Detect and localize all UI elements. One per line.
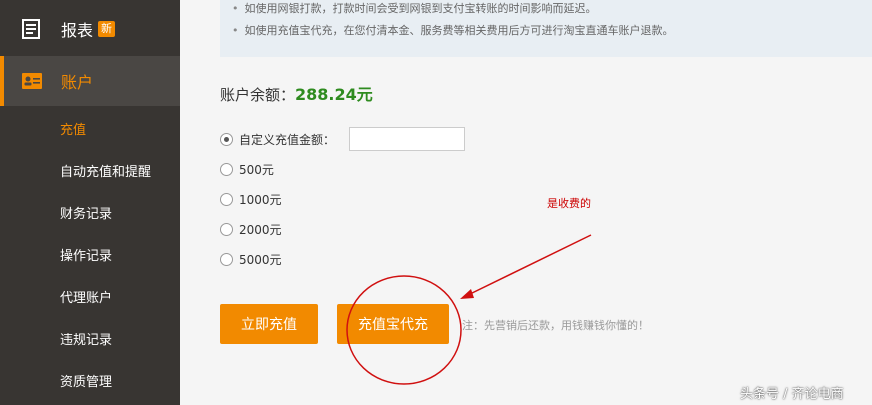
- sidebar-item-qualification[interactable]: 资质管理: [60, 371, 112, 390]
- option-500-label: 500元: [239, 163, 274, 177]
- notice-line-1: 如使用网银打款，打款时间会受到网银到支付宝转账的时间影响而延迟。: [232, 0, 597, 16]
- annotation-arrow-line: [467, 234, 592, 296]
- custom-amount-input[interactable]: [349, 127, 465, 151]
- notice-box: 如使用网银打款，打款时间会受到网银到支付宝转账的时间影响而延迟。 如使用充值宝代…: [220, 0, 872, 57]
- proxy-recharge-button[interactable]: 充值宝代充: [337, 304, 449, 344]
- balance-label: 账户余额：: [220, 86, 296, 104]
- nav-reports-label: 报表: [61, 21, 94, 40]
- option-5000[interactable]: 5000元: [220, 251, 282, 268]
- radio-1000[interactable]: [220, 193, 233, 206]
- nav-account[interactable]: 账户: [0, 56, 180, 106]
- sidebar-item-finance-records[interactable]: 财务记录: [60, 203, 112, 222]
- option-500[interactable]: 500元: [220, 161, 274, 178]
- nav-reports[interactable]: 报表 新: [0, 4, 180, 54]
- sidebar-item-violations[interactable]: 违规记录: [60, 329, 112, 348]
- option-1000[interactable]: 1000元: [220, 191, 282, 208]
- account-card-icon: [22, 73, 42, 89]
- annotation-text: 是收费的: [547, 197, 591, 210]
- radio-2000[interactable]: [220, 223, 233, 236]
- sidebar-item-auto-recharge[interactable]: 自动充值和提醒: [60, 161, 151, 180]
- new-badge: 新: [98, 21, 115, 37]
- notice-line-2: 如使用充值宝代充，在您付清本金、服务费等相关费用后方可进行淘宝直通车账户退款。: [232, 22, 674, 38]
- annotation-arrow-head: [460, 289, 474, 299]
- sidebar: 报表 新 账户 充值 自动充值和提醒 财务记录 操作记录 代理账户 违规记录 资…: [0, 0, 180, 405]
- radio-5000[interactable]: [220, 253, 233, 266]
- account-balance: 账户余额：288.24元: [220, 81, 373, 105]
- recharge-now-button[interactable]: 立即充值: [220, 304, 318, 344]
- option-5000-label: 5000元: [239, 253, 282, 267]
- balance-amount: 288.24元: [295, 85, 373, 104]
- option-custom[interactable]: 自定义充值金额：: [220, 131, 335, 148]
- option-1000-label: 1000元: [239, 193, 282, 207]
- nav-account-label: 账户: [61, 73, 94, 92]
- sidebar-item-operation-records[interactable]: 操作记录: [60, 245, 112, 264]
- report-icon: [22, 19, 40, 39]
- sidebar-item-recharge[interactable]: 充值: [60, 119, 86, 138]
- radio-500[interactable]: [220, 163, 233, 176]
- option-2000-label: 2000元: [239, 223, 282, 237]
- sidebar-item-agent-account[interactable]: 代理账户: [60, 287, 112, 306]
- option-2000[interactable]: 2000元: [220, 221, 282, 238]
- option-custom-label: 自定义充值金额：: [239, 133, 336, 147]
- note-text: 注：先营销后还款，用钱赚钱你懂的！: [462, 319, 649, 332]
- watermark: 头条号 / 齐论电商: [740, 387, 844, 402]
- radio-custom[interactable]: [220, 133, 233, 146]
